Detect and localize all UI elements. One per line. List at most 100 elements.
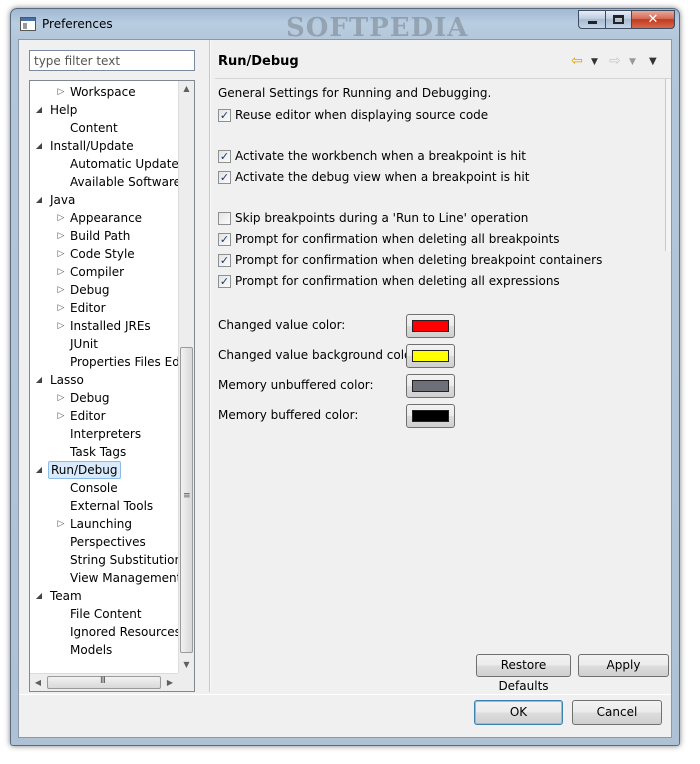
tree-item[interactable]: View Management — [30, 569, 180, 587]
window-icon — [20, 17, 36, 31]
view-menu-icon[interactable]: ▼ — [649, 53, 657, 71]
back-history-dropdown-icon[interactable]: ▼ — [591, 53, 598, 71]
tree-horizontal-scrollbar[interactable]: ◀ III ▶ — [30, 673, 194, 691]
expanded-arrow-icon[interactable] — [34, 101, 44, 119]
pane-sash[interactable] — [209, 40, 211, 692]
collapsed-arrow-icon[interactable] — [56, 263, 66, 281]
expanded-arrow-icon[interactable] — [34, 137, 44, 155]
collapsed-arrow-icon[interactable] — [56, 245, 66, 263]
checkbox-box[interactable]: ✓ — [218, 171, 231, 184]
tree-item[interactable]: Launching — [30, 515, 180, 533]
expanded-arrow-icon[interactable] — [34, 461, 44, 479]
scroll-down-icon[interactable]: ▼ — [179, 657, 194, 673]
apply-button[interactable]: Apply — [578, 654, 669, 677]
scroll-up-icon[interactable]: ▲ — [179, 81, 194, 97]
checkbox-box[interactable]: ✓ — [218, 150, 231, 163]
tree-vertical-scrollbar[interactable]: ▲ ≡ ▼ — [178, 81, 194, 673]
memory-buffered-color-button[interactable] — [406, 404, 455, 428]
collapsed-arrow-icon[interactable] — [56, 299, 66, 317]
tree-item[interactable]: Content — [30, 119, 180, 137]
tree-item[interactable]: Workspace — [30, 83, 180, 101]
tree-item-label: Properties Files Editor — [70, 355, 180, 369]
collapsed-arrow-icon[interactable] — [56, 515, 66, 533]
collapsed-arrow-icon[interactable] — [56, 281, 66, 299]
expanded-arrow-icon[interactable] — [34, 587, 44, 605]
checkbox-box[interactable] — [218, 212, 231, 225]
page-title: Run/Debug — [218, 54, 299, 69]
tree-item[interactable]: Appearance — [30, 209, 180, 227]
close-icon: ✕ — [647, 12, 659, 27]
changed-background-color-row: Changed value background color: — [218, 344, 468, 368]
memory-unbuffered-color-row: Memory unbuffered color: — [218, 374, 468, 398]
collapsed-arrow-icon[interactable] — [56, 227, 66, 245]
memory-buffered-color-row: Memory buffered color: — [218, 404, 468, 428]
filter-input[interactable] — [29, 50, 195, 71]
title-bar[interactable]: Preferences SOFTPEDIA ✕ — [11, 9, 679, 43]
checkbox-label: Prompt for confirmation when deleting al… — [235, 232, 560, 246]
tree-item[interactable]: Ignored Resources — [30, 623, 180, 641]
collapsed-arrow-icon[interactable] — [56, 407, 66, 425]
cancel-button[interactable]: Cancel — [572, 700, 662, 725]
tree-item[interactable]: Task Tags — [30, 443, 180, 461]
back-arrow-icon[interactable]: ⇦ — [571, 52, 583, 70]
tree-item[interactable]: Models — [30, 641, 180, 659]
tree-item[interactable]: Team — [30, 587, 180, 605]
restore-defaults-button[interactable]: Restore Defaults — [476, 654, 571, 693]
memory-unbuffered-color-button[interactable] — [406, 374, 455, 398]
tree-item-label: Installed JREs — [70, 319, 151, 333]
tree-item[interactable]: Interpreters — [30, 425, 180, 443]
tree-item[interactable]: Properties Files Editor — [30, 353, 180, 371]
scroll-left-icon[interactable]: ◀ — [30, 675, 46, 691]
expanded-arrow-icon[interactable] — [34, 191, 44, 209]
vertical-scroll-thumb[interactable]: ≡ — [180, 347, 193, 653]
checkbox-box[interactable]: ✓ — [218, 254, 231, 267]
minimize-button[interactable] — [578, 10, 605, 29]
maximize-button[interactable] — [605, 10, 631, 29]
checkbox-label: Activate the workbench when a breakpoint… — [235, 149, 526, 163]
tree-item-label: Automatic Updates — [70, 157, 180, 171]
tree-item[interactable]: Help — [30, 101, 180, 119]
minimize-icon — [587, 21, 597, 24]
tree-item[interactable]: Compiler — [30, 263, 180, 281]
tree-item[interactable]: Lasso — [30, 371, 180, 389]
tree-item[interactable]: File Content — [30, 605, 180, 623]
forward-arrow-icon[interactable]: ⇨ — [609, 52, 621, 70]
tree-item[interactable]: Automatic Updates — [30, 155, 180, 173]
tree-item[interactable]: Debug — [30, 389, 180, 407]
tree-item[interactable]: Java — [30, 191, 180, 209]
tree-item[interactable]: Editor — [30, 299, 180, 317]
collapsed-arrow-icon[interactable] — [56, 83, 66, 101]
tree-item[interactable]: JUnit — [30, 335, 180, 353]
tree-item[interactable]: Available Software Sites — [30, 173, 180, 191]
collapsed-arrow-icon[interactable] — [56, 209, 66, 227]
tree-item[interactable]: External Tools — [30, 497, 180, 515]
tree-item-label: Models — [70, 643, 113, 657]
tree-item[interactable]: Editor — [30, 407, 180, 425]
collapsed-arrow-icon[interactable] — [56, 389, 66, 407]
expanded-arrow-icon[interactable] — [34, 371, 44, 389]
tree-item[interactable]: Perspectives — [30, 533, 180, 551]
close-button[interactable]: ✕ — [631, 10, 675, 29]
tree-item[interactable]: Installed JREs — [30, 317, 180, 335]
checkbox-box[interactable]: ✓ — [218, 109, 231, 122]
collapsed-arrow-icon[interactable] — [56, 317, 66, 335]
ok-button[interactable]: OK — [474, 700, 563, 725]
tree-item[interactable]: Console — [30, 479, 180, 497]
scroll-right-icon[interactable]: ▶ — [162, 675, 178, 691]
changed-background-color-button[interactable] — [406, 344, 455, 368]
page-navigation: ⇦ ▼ ⇨ ▼ ▼ — [571, 52, 663, 70]
changed-value-color-button[interactable] — [406, 314, 455, 338]
tree-item[interactable]: Code Style — [30, 245, 180, 263]
tree-item[interactable]: Run/Debug — [30, 461, 180, 479]
forward-history-dropdown-icon[interactable]: ▼ — [629, 53, 636, 71]
tree-item[interactable]: Install/Update — [30, 137, 180, 155]
tree-item[interactable]: Debug — [30, 281, 180, 299]
scroll-grip-icon: ≡ — [183, 491, 191, 501]
maximize-icon — [613, 15, 624, 24]
horizontal-scroll-thumb[interactable]: III — [47, 676, 161, 689]
checkbox-box[interactable]: ✓ — [218, 233, 231, 246]
tree-item[interactable]: String Substitution — [30, 551, 180, 569]
tree-item[interactable]: Build Path — [30, 227, 180, 245]
checkbox-box[interactable]: ✓ — [218, 275, 231, 288]
title-separator — [215, 78, 671, 79]
